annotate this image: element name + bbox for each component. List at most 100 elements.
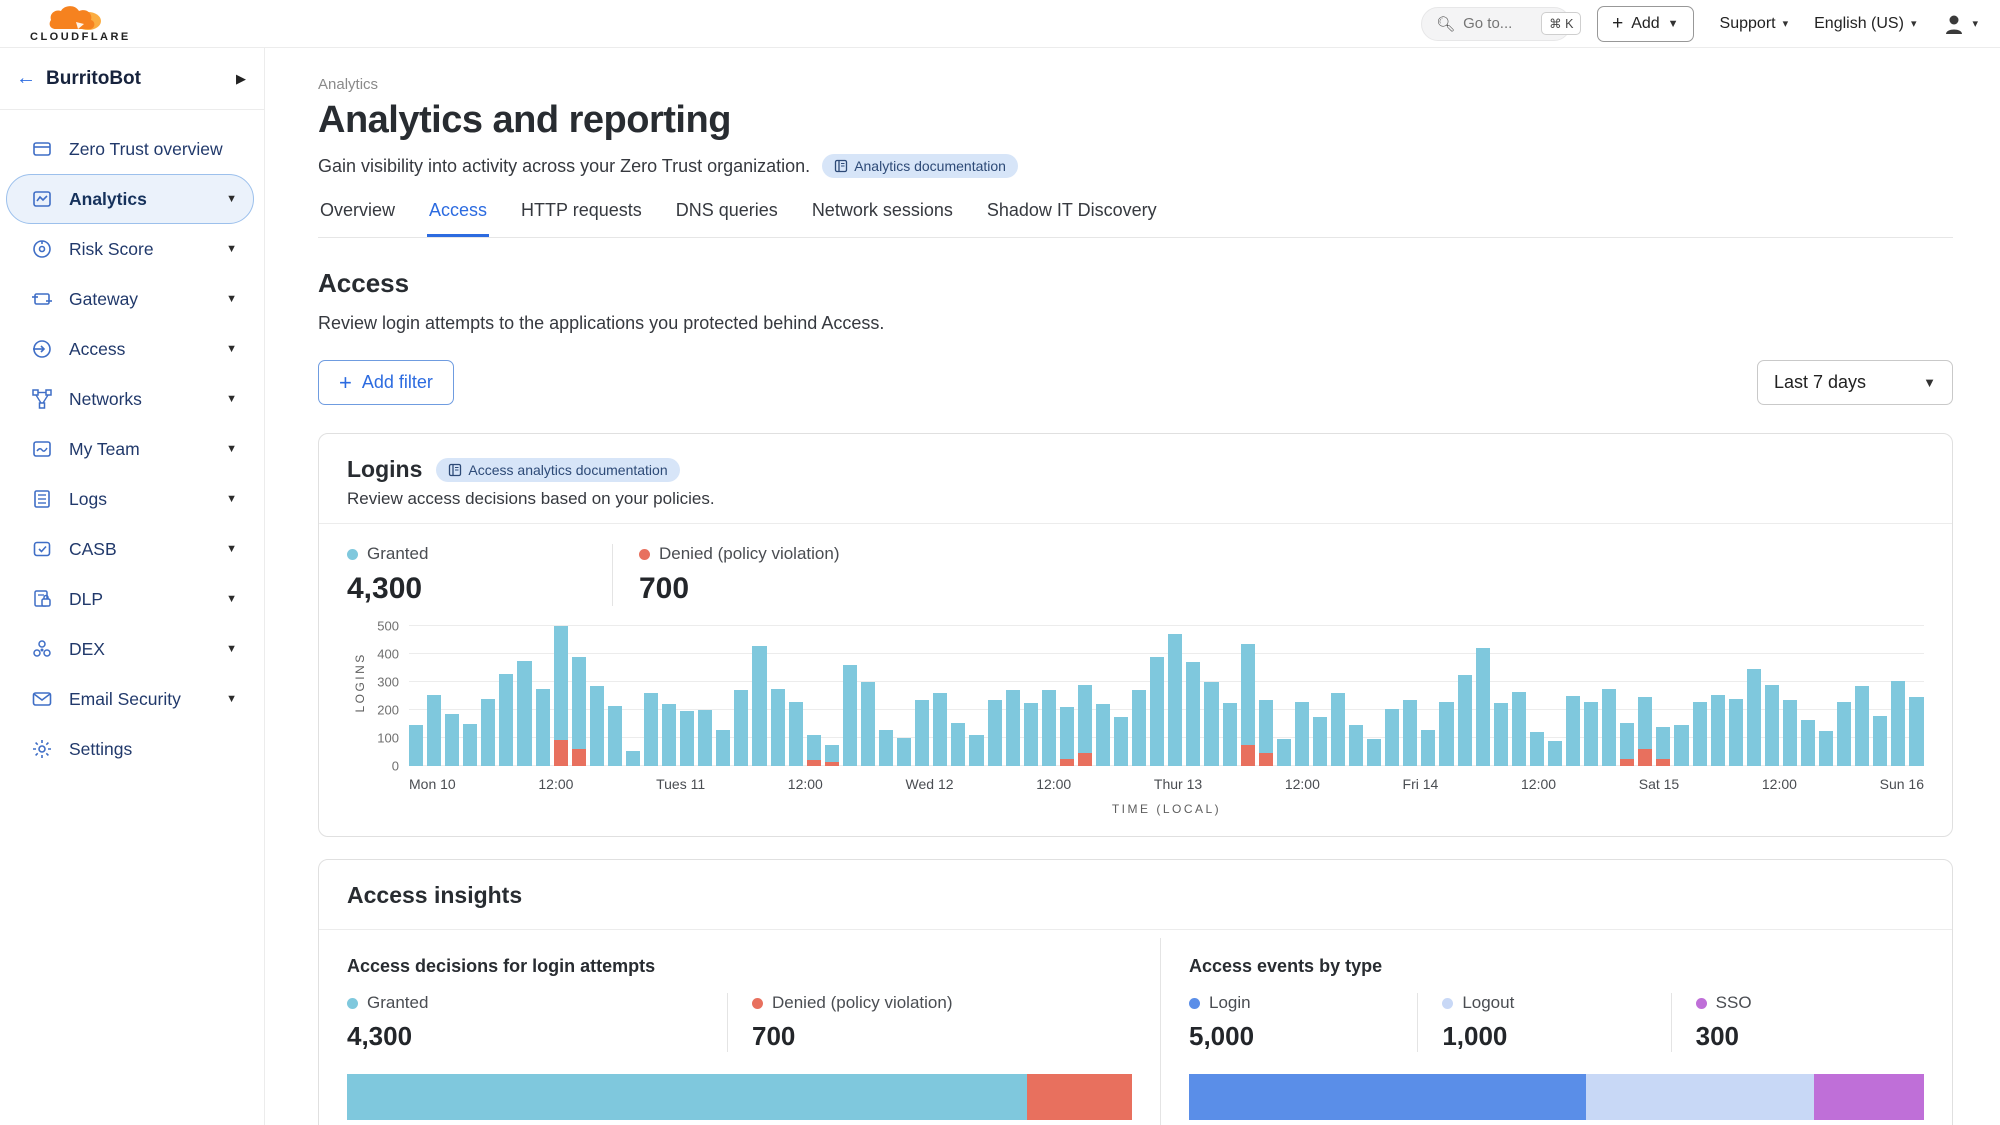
login-bar[interactable] (1530, 626, 1544, 766)
login-bar[interactable] (1150, 626, 1164, 766)
login-bar[interactable] (734, 626, 748, 766)
login-bar[interactable] (1223, 626, 1237, 766)
segment-denied-policy-violation-[interactable] (1027, 1074, 1132, 1120)
login-bar[interactable] (752, 626, 766, 766)
login-bar[interactable] (590, 626, 604, 766)
tab-access[interactable]: Access (427, 200, 489, 237)
login-bar[interactable] (1891, 626, 1905, 766)
login-bar[interactable] (1638, 626, 1652, 766)
back-arrow-icon[interactable]: ← (16, 67, 36, 90)
login-bar[interactable] (1295, 626, 1309, 766)
segment-sso[interactable] (1814, 1074, 1924, 1120)
login-bar[interactable] (1331, 626, 1345, 766)
date-range-select[interactable]: Last 7 days ▼ (1757, 360, 1953, 405)
login-bar[interactable] (1494, 626, 1508, 766)
login-bar[interactable] (1566, 626, 1580, 766)
login-bar[interactable] (1078, 626, 1092, 766)
sidebar-item-logs[interactable]: Logs▼ (0, 474, 254, 524)
login-bar[interactable] (1837, 626, 1851, 766)
tab-network-sessions[interactable]: Network sessions (810, 200, 955, 237)
login-bar[interactable] (969, 626, 983, 766)
login-bar[interactable] (626, 626, 640, 766)
login-bar[interactable] (1476, 626, 1490, 766)
login-bar[interactable] (789, 626, 803, 766)
login-bar[interactable] (1277, 626, 1291, 766)
login-bar[interactable] (554, 626, 568, 766)
login-bar[interactable] (1421, 626, 1435, 766)
login-bar[interactable] (897, 626, 911, 766)
sidebar-item-my-team[interactable]: My Team▼ (0, 424, 254, 474)
login-bar[interactable] (662, 626, 676, 766)
segment-login[interactable] (1189, 1074, 1586, 1120)
login-bar[interactable] (608, 626, 622, 766)
login-bar[interactable] (1783, 626, 1797, 766)
login-bar[interactable] (409, 626, 423, 766)
login-bar[interactable] (1385, 626, 1399, 766)
login-bar[interactable] (427, 626, 441, 766)
login-bar[interactable] (1693, 626, 1707, 766)
login-bar[interactable] (1584, 626, 1598, 766)
account-menu[interactable]: ▾ (1942, 12, 1978, 36)
login-bar[interactable] (445, 626, 459, 766)
login-bar[interactable] (680, 626, 694, 766)
login-bar[interactable] (1512, 626, 1526, 766)
segment-granted[interactable] (347, 1074, 1027, 1120)
login-bar[interactable] (1367, 626, 1381, 766)
login-bar[interactable] (825, 626, 839, 766)
login-bar[interactable] (463, 626, 477, 766)
chevron-right-icon[interactable]: ▶ (236, 71, 246, 87)
segment-logout[interactable] (1586, 1074, 1814, 1120)
login-bar[interactable] (1403, 626, 1417, 766)
login-bar[interactable] (771, 626, 785, 766)
login-bar[interactable] (1313, 626, 1327, 766)
global-search[interactable]: 🔍︎ ⌘ K (1421, 7, 1571, 41)
cloudflare-logo[interactable]: CLOUDFLARE (30, 5, 131, 43)
search-input[interactable] (1463, 15, 1533, 32)
login-bar[interactable] (933, 626, 947, 766)
sidebar-item-networks[interactable]: Networks▼ (0, 374, 254, 424)
login-bar[interactable] (517, 626, 531, 766)
login-bar[interactable] (1132, 626, 1146, 766)
add-filter-button[interactable]: + Add filter (318, 360, 454, 405)
tab-overview[interactable]: Overview (318, 200, 397, 237)
login-bar[interactable] (1620, 626, 1634, 766)
login-bar[interactable] (1548, 626, 1562, 766)
sidebar-item-settings[interactable]: Settings (0, 724, 254, 774)
login-bar[interactable] (1873, 626, 1887, 766)
login-bar[interactable] (861, 626, 875, 766)
sidebar-item-zero-trust-overview[interactable]: Zero Trust overview (0, 124, 254, 174)
access-analytics-documentation-badge[interactable]: Access analytics documentation (436, 458, 679, 482)
login-bar[interactable] (499, 626, 513, 766)
login-bar[interactable] (1186, 626, 1200, 766)
login-bar[interactable] (1602, 626, 1616, 766)
login-bar[interactable] (572, 626, 586, 766)
login-bar[interactable] (1801, 626, 1815, 766)
sidebar-item-analytics[interactable]: Analytics▼ (6, 174, 254, 224)
login-bar[interactable] (1747, 626, 1761, 766)
login-bar[interactable] (644, 626, 658, 766)
login-bar[interactable] (1204, 626, 1218, 766)
login-bar[interactable] (915, 626, 929, 766)
analytics-documentation-badge[interactable]: Analytics documentation (822, 154, 1018, 178)
language-menu[interactable]: English (US) ▾ (1814, 15, 1916, 33)
tab-dns-queries[interactable]: DNS queries (674, 200, 780, 237)
login-bar[interactable] (988, 626, 1002, 766)
login-bar[interactable] (1241, 626, 1255, 766)
login-bar[interactable] (1042, 626, 1056, 766)
sidebar-item-risk-score[interactable]: Risk Score▼ (0, 224, 254, 274)
login-bar[interactable] (843, 626, 857, 766)
login-bar[interactable] (1006, 626, 1020, 766)
tab-shadow-it-discovery[interactable]: Shadow IT Discovery (985, 200, 1159, 237)
login-bar[interactable] (1656, 626, 1670, 766)
login-bar[interactable] (1439, 626, 1453, 766)
login-bar[interactable] (1349, 626, 1363, 766)
login-bar[interactable] (1819, 626, 1833, 766)
login-bar[interactable] (716, 626, 730, 766)
login-bar[interactable] (1729, 626, 1743, 766)
login-bar[interactable] (536, 626, 550, 766)
account-name[interactable]: BurritoBot (46, 68, 226, 90)
login-bar[interactable] (951, 626, 965, 766)
login-bar[interactable] (807, 626, 821, 766)
login-bar[interactable] (1259, 626, 1273, 766)
tab-http-requests[interactable]: HTTP requests (519, 200, 644, 237)
